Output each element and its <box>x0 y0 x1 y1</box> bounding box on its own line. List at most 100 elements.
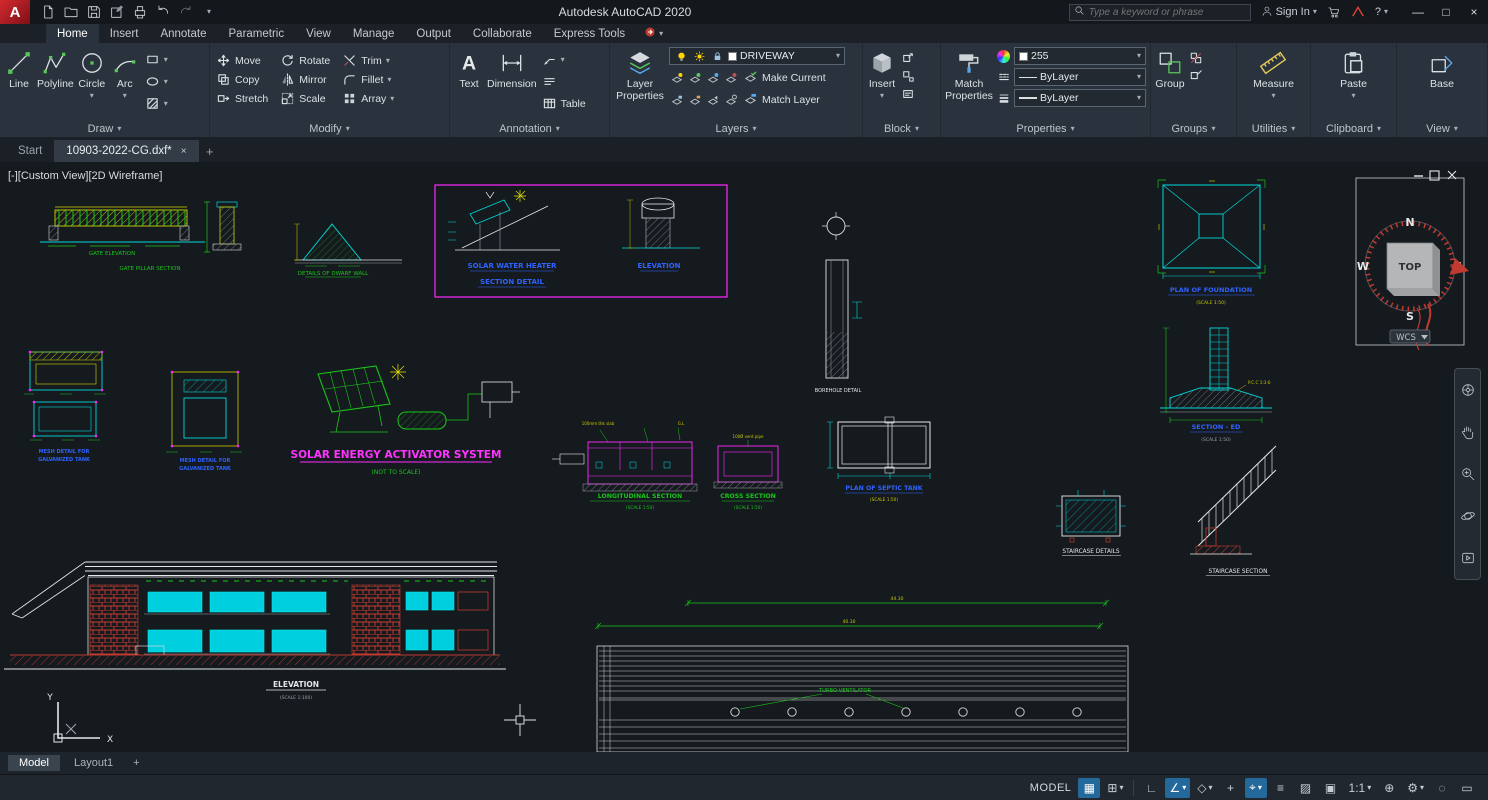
save-as-icon[interactable] <box>107 2 127 22</box>
showmotion-icon[interactable] <box>1458 548 1478 568</box>
line-button[interactable]: Line <box>4 47 34 91</box>
layer-lock-toggle-icon[interactable] <box>723 70 738 85</box>
annotation-scale-button[interactable]: 1:1▾ <box>1345 778 1376 798</box>
grid-toggle[interactable]: ▦ <box>1078 778 1100 798</box>
panel-label-groups[interactable]: Groups▾ <box>1151 120 1236 137</box>
close-tab-icon[interactable]: × <box>181 146 187 157</box>
panel-label-modify[interactable]: Modify▾ <box>210 120 449 137</box>
array-button[interactable]: Array▾ <box>340 89 396 108</box>
new-drawing-tab-button[interactable]: + <box>199 140 221 162</box>
compass-south-label[interactable]: S <box>1406 310 1414 323</box>
layer-isolate-icon[interactable] <box>687 70 702 85</box>
insert-button[interactable]: Insert ▾ <box>867 47 897 100</box>
lineweight-dropdown[interactable]: ByLayer ▾ <box>1014 89 1146 107</box>
minimize-button[interactable]: — <box>1404 0 1432 24</box>
fillet-button[interactable]: Fillet▾ <box>340 70 396 89</box>
viewcube-compass[interactable]: N W E S TOP WCS <box>1356 171 1469 350</box>
polyline-button[interactable]: Polyline <box>37 47 74 91</box>
stretch-button[interactable]: Stretch <box>214 89 270 108</box>
lineweight-toggle[interactable]: ≡ <box>1270 778 1292 798</box>
sign-in-button[interactable]: Sign In ▾ <box>1261 5 1317 20</box>
compass-west-label[interactable]: W <box>1357 260 1369 273</box>
viewport-controls-label[interactable]: [-][Custom View][2D Wireframe] <box>8 170 162 182</box>
dimension-button[interactable]: Dimension <box>487 47 537 91</box>
zoom-icon[interactable] <box>1458 464 1478 484</box>
group-button[interactable]: Group <box>1155 47 1185 91</box>
panel-label-view[interactable]: View▾ <box>1397 120 1487 137</box>
app-store-cart-icon[interactable] <box>1327 5 1341 19</box>
leader-button[interactable]: ▾ <box>540 50 588 69</box>
model-paper-toggle[interactable]: MODEL <box>1026 778 1076 798</box>
object-color-dropdown[interactable]: 255 ▾ <box>1014 47 1146 65</box>
file-tab-drawing[interactable]: 10903-2022-CG.dxf*× <box>54 140 198 162</box>
snap-toggle[interactable]: ⊞▾ <box>1103 778 1127 798</box>
wcs-label[interactable]: WCS <box>1396 333 1416 343</box>
tab-annotate[interactable]: Annotate <box>149 24 217 43</box>
clean-screen-button[interactable]: ▭ <box>1456 778 1478 798</box>
panel-label-clipboard[interactable]: Clipboard▾ <box>1311 120 1396 137</box>
rotate-button[interactable]: Rotate <box>278 51 332 70</box>
layer-off-icon[interactable] <box>669 70 684 85</box>
close-button[interactable]: × <box>1460 0 1488 24</box>
edit-block-icon[interactable] <box>900 50 915 65</box>
tab-output[interactable]: Output <box>405 24 462 43</box>
isodraft-toggle[interactable]: ◇▾ <box>1193 778 1216 798</box>
tab-home[interactable]: Home <box>46 24 99 43</box>
ellipse-tool-button[interactable]: ▾ <box>143 72 170 91</box>
isolate-objects-button[interactable]: ◌ <box>1431 778 1453 798</box>
restore-button[interactable]: □ <box>1432 0 1460 24</box>
layer-previous-icon[interactable] <box>705 92 720 107</box>
redo-icon[interactable] <box>176 2 196 22</box>
qat-customize-icon[interactable]: ▾ <box>199 2 219 22</box>
mirror-button[interactable]: Mirror <box>278 70 332 89</box>
arc-button[interactable]: Arc ▾ <box>110 47 140 100</box>
panel-label-draw[interactable]: Draw▾ <box>0 120 209 137</box>
featured-apps-button[interactable]: ▾ <box>636 24 671 43</box>
match-properties-button[interactable]: Match Properties <box>945 47 993 102</box>
full-navigation-wheel-icon[interactable] <box>1458 380 1478 400</box>
copy-button[interactable]: Copy <box>214 70 270 89</box>
make-current-button[interactable]: Make Current <box>741 68 828 87</box>
tab-insert[interactable]: Insert <box>99 24 150 43</box>
base-button[interactable]: Base <box>1427 47 1457 91</box>
layer-states-icon[interactable] <box>723 92 738 107</box>
trim-button[interactable]: Trim▾ <box>340 51 396 70</box>
annotation-visibility-toggle[interactable]: ⊕ <box>1378 778 1400 798</box>
group-edit-icon[interactable] <box>1188 68 1203 83</box>
panel-label-utilities[interactable]: Utilities▾ <box>1237 120 1310 137</box>
tab-view[interactable]: View <box>295 24 342 43</box>
help-button[interactable]: ?▾ <box>1375 6 1388 18</box>
tab-collaborate[interactable]: Collaborate <box>462 24 543 43</box>
viewcube-top-label[interactable]: TOP <box>1399 262 1422 273</box>
hatch-tool-button[interactable]: ▾ <box>143 94 170 113</box>
ungroup-icon[interactable] <box>1188 50 1203 65</box>
layer-properties-button[interactable]: Layer Properties <box>614 47 666 102</box>
tab-manage[interactable]: Manage <box>342 24 406 43</box>
undo-icon[interactable] <box>153 2 173 22</box>
layout-tab-layout1[interactable]: Layout1 <box>63 755 124 771</box>
move-button[interactable]: Move <box>214 51 270 70</box>
panel-label-annotation[interactable]: Annotation▾ <box>450 120 609 137</box>
table-button[interactable]: Table <box>540 94 588 113</box>
search-input[interactable] <box>1089 7 1239 18</box>
text-button[interactable]: A Text <box>454 47 484 91</box>
layout-tab-model[interactable]: Model <box>8 755 60 771</box>
rectangle-tool-button[interactable]: ▾ <box>143 50 170 69</box>
create-block-icon[interactable] <box>900 68 915 83</box>
paste-button[interactable]: Paste ▾ <box>1339 47 1369 100</box>
file-tab-start[interactable]: Start <box>6 140 54 162</box>
measure-button[interactable]: Measure ▾ <box>1253 47 1294 100</box>
open-folder-icon[interactable] <box>61 2 81 22</box>
ortho-toggle[interactable]: ∟ <box>1140 778 1162 798</box>
save-icon[interactable] <box>84 2 104 22</box>
polar-tracking-toggle[interactable]: ∠▾ <box>1165 778 1190 798</box>
dimension-style-button[interactable] <box>540 72 588 91</box>
pan-hand-icon[interactable] <box>1458 422 1478 442</box>
new-layout-button[interactable]: + <box>127 757 145 769</box>
panel-label-properties[interactable]: Properties▾ <box>941 120 1150 137</box>
layer-freeze-icon[interactable] <box>705 70 720 85</box>
app-menu-button[interactable]: A <box>0 0 30 24</box>
panel-label-layers[interactable]: Layers▾ <box>610 120 862 137</box>
linetype-dropdown[interactable]: ByLayer ▾ <box>1014 68 1146 86</box>
layer-unlock-icon[interactable] <box>669 92 684 107</box>
